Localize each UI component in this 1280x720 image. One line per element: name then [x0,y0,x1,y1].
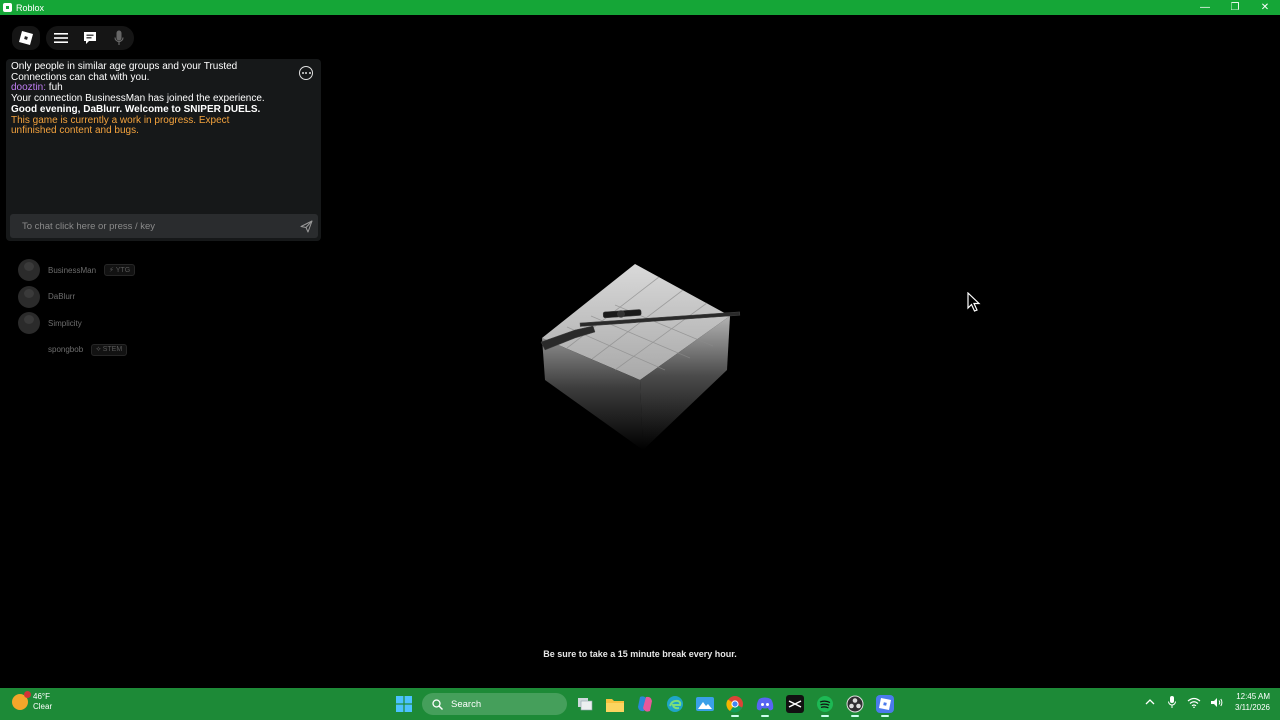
roblox-logo-icon [19,31,33,45]
roblox-menu-button[interactable] [12,26,40,50]
more-dot [305,72,307,74]
avatar [18,339,40,361]
search-label: Search [451,698,482,710]
task-view-icon [578,698,593,711]
discord-button[interactable] [753,691,777,717]
menu-icon [54,33,68,43]
chat-welcome-message: Good evening, DaBlurr. Welcome to SNIPER… [11,103,261,115]
file-explorer-button[interactable] [603,691,627,717]
task-view-button[interactable] [573,691,597,717]
player-name: spongbob [48,345,84,355]
chat-wip-notice: This game is currently a work in progres… [11,114,230,137]
loading-cube-rifle-graphic [540,264,741,450]
send-icon [300,220,312,232]
obs-button[interactable] [843,691,867,717]
window-titlebar[interactable]: Roblox — ❐ ✕ [0,0,1280,15]
notification-dot [24,691,31,698]
obs-icon [846,695,864,713]
player-list-item[interactable]: DaBlurr [18,284,178,311]
chat-username[interactable]: dooztin: [11,82,46,94]
chat-icon [84,32,96,44]
menu-button[interactable] [52,29,70,47]
search-icon [432,698,443,710]
avatar [18,285,40,308]
volume-button[interactable] [1209,691,1223,713]
avatar [18,259,40,282]
avatar [18,312,40,335]
player-list: BusinessMan ⚡ YTG DaBlurr Simplicity spo… [18,257,178,363]
player-list-item[interactable]: Simplicity [18,310,178,337]
file-explorer-icon [606,698,624,712]
player-name: BusinessMan [48,265,97,275]
player-badge: ⟡ STEM [91,343,128,356]
microphone-icon [114,30,124,45]
minimize-button[interactable]: — [1190,0,1220,15]
close-button[interactable]: ✕ [1250,0,1280,15]
chat-toggle-button[interactable] [81,29,99,47]
chrome-button[interactable] [723,691,747,717]
taskbar-clock[interactable]: 12:45 AM 3/11/2026 [1235,691,1270,713]
roblox-topbar [12,26,134,50]
player-list-item[interactable]: BusinessMan ⚡ YTG [18,257,178,284]
copilot-icon [638,696,652,712]
copilot-button[interactable] [633,691,657,717]
chevron-up-icon [1145,699,1155,705]
taskbar-center: Search [392,691,897,717]
chat-more-options-button[interactable] [299,66,313,80]
photos-button[interactable] [693,691,717,717]
player-name: Simplicity [48,318,82,328]
roblox-icon [876,695,894,713]
player-name: DaBlurr [48,292,76,302]
discord-icon [756,697,774,711]
chat-messages: Only people in similar age groups and yo… [11,61,271,137]
weather-icon [12,691,31,710]
roblox-taskbar-button[interactable] [873,691,897,717]
mouse-cursor-icon [967,292,981,312]
wifi-button[interactable] [1187,691,1201,713]
system-tray: 12:45 AM 3/11/2026 [1143,691,1270,713]
roblox-app-icon [3,3,12,12]
spotify-icon [817,696,833,712]
chat-window: Only people in similar age groups and yo… [6,59,321,241]
voice-button[interactable] [110,29,128,47]
restore-button[interactable]: ❐ [1220,0,1250,15]
more-dot [301,72,304,74]
game-viewport[interactable]: Only people in similar age groups and yo… [0,15,1280,688]
chat-system-notice: Only people in similar age groups and yo… [11,61,238,83]
clock-date: 3/11/2026 [1235,703,1270,712]
tray-overflow-button[interactable] [1143,691,1157,713]
topbar-pill [46,26,134,50]
windows-start-icon [396,696,412,712]
chat-input[interactable] [22,220,294,232]
volume-icon [1210,697,1222,707]
weather-text: 46°F Clear [33,692,52,712]
chat-message-text: fuh [46,82,63,94]
tray-microphone-button[interactable] [1165,691,1179,713]
photos-icon [696,697,714,711]
microphone-icon [1168,696,1176,708]
clock-time: 12:45 AM [1236,692,1270,701]
capcut-button[interactable] [783,691,807,717]
weather-widget[interactable]: 46°F Clear [12,691,52,712]
edge-icon [667,696,683,712]
capcut-icon [786,695,804,713]
windows-taskbar: 46°F Clear Search 12:45 AM 3/11/2026 [0,688,1280,720]
edge-button[interactable] [663,691,687,717]
window-title: Roblox [16,2,45,13]
taskbar-search[interactable]: Search [422,693,567,715]
weather-temperature: 46°F [33,692,50,701]
chrome-icon [726,696,743,713]
weather-condition: Clear [33,702,53,711]
start-button[interactable] [392,691,416,717]
player-badge: ⚡ YTG [104,264,136,277]
wifi-icon [1187,697,1201,708]
more-dot [308,72,311,74]
send-button[interactable] [294,214,318,238]
loading-tip-text: Be sure to take a 15 minute break every … [543,649,737,659]
player-list-item[interactable]: spongbob ⟡ STEM [18,337,178,364]
chat-input-bar[interactable] [10,214,318,238]
spotify-button[interactable] [813,691,837,717]
